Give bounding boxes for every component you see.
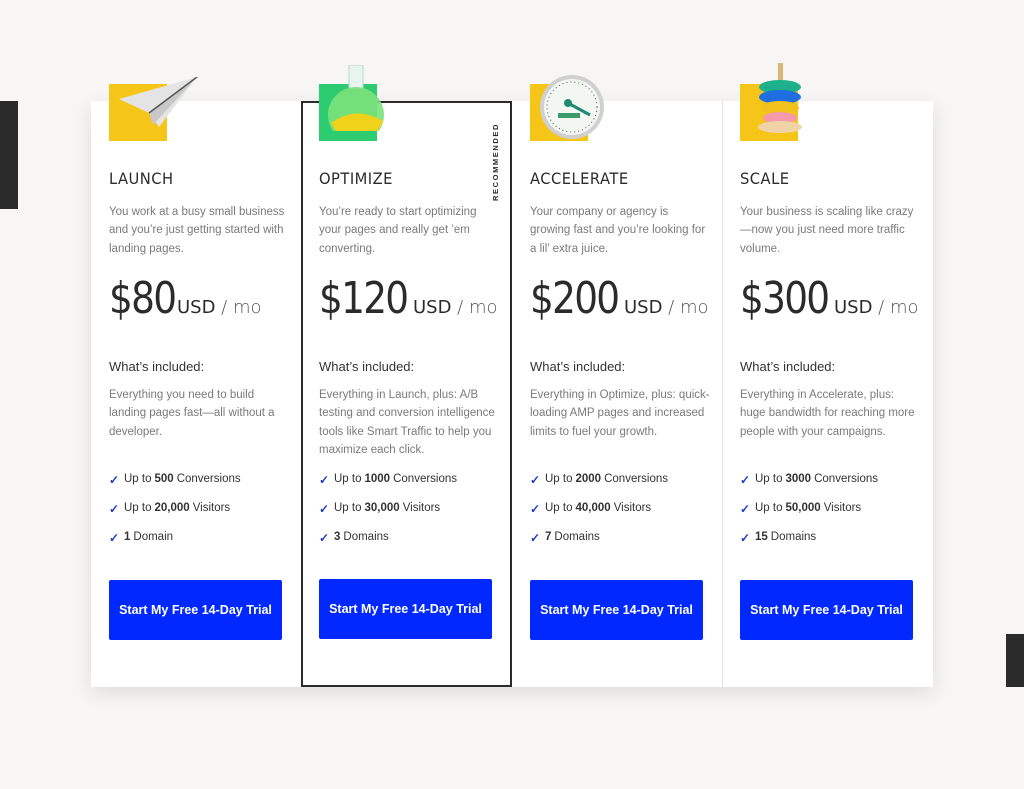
start-trial-button[interactable]: Start My Free 14-Day Trial [109,580,282,640]
start-trial-button[interactable]: Start My Free 14-Day Trial [530,580,703,640]
pricing-table: LAUNCH You work at a busy small business… [91,63,933,687]
check-icon: ✓ [319,502,330,516]
price-amount: $80 [109,273,177,324]
check-icon: ✓ [740,531,751,545]
feature-item: ✓ 1 Domain [109,531,174,545]
check-icon: ✓ [109,502,120,516]
feature-item: ✓ Up to 500 Conversions [109,473,241,487]
check-icon: ✓ [319,473,330,487]
plan-description: Your company or agency is growing fast a… [530,206,706,255]
included-text: Everything you need to build landing pag… [109,389,275,438]
plan-name: ACCELERATE [530,169,629,188]
included-text: Everything in Accelerate, plus: huge ban… [740,389,915,438]
price-amount: $120 [319,273,409,324]
feature-list: ✓ Up to 2000 Conversions ✓ Up to 40,000 Visito… [530,473,668,560]
check-icon: ✓ [740,473,751,487]
feature-item: ✓ Up to 3000 Conversions [740,473,879,487]
plan-price: $120 USD / mo [319,273,498,324]
feature-list: ✓ Up to 1000 Conversions ✓ Up to 30,000 Visito… [319,473,457,560]
start-trial-button[interactable]: Start My Free 14-Day Trial [319,579,492,639]
price-currency: USD [833,297,873,318]
plan-description: You’re ready to start optimizing your pa… [319,206,477,255]
feature-item: ✓ Up to 1000 Conversions [319,473,458,487]
check-icon: ✓ [319,531,330,545]
included-text: Everything in Launch, plus: A/B testing … [319,389,495,456]
plan-name: SCALE [740,169,790,188]
price-period: / mo [451,297,498,318]
recommended-badge: RECOMMENDED [491,122,500,201]
plan-card-optimize: RECOMMENDED OPTIMIZE You’re ready to sta… [301,65,512,687]
included-heading: What’s included: [319,359,415,374]
price-period: / mo [215,297,262,318]
feature-item: ✓ 15 Domains [740,531,817,545]
included-heading: What’s included: [109,359,205,374]
plan-price: $80USD / mo [109,273,262,324]
feature-item: ✓ Up to 2000 Conversions [530,473,669,487]
check-icon: ✓ [740,502,751,516]
feature-item: ✓ Up to 30,000 Visitors [319,502,441,516]
included-heading: What’s included: [740,359,836,374]
feature-item: ✓ Up to 40,000 Visitors [530,502,652,516]
plan-card-scale: SCALE Your business is scaling like craz… [722,63,933,687]
decorative-bar-left [0,101,18,209]
included-text: Everything in Optimize, plus: quick-load… [530,389,710,438]
price-period: / mo [872,297,919,318]
stacking-rings-icon [740,63,820,143]
feature-item: ✓ Up to 20,000 Visitors [109,502,231,516]
plan-description: You work at a busy small business and yo… [109,206,285,255]
plan-name: LAUNCH [109,169,174,188]
start-trial-button[interactable]: Start My Free 14-Day Trial [740,580,913,640]
plan-price: $300 USD / mo [740,273,919,324]
check-icon: ✓ [530,473,541,487]
check-icon: ✓ [530,502,541,516]
feature-list: ✓ Up to 500 Conversions ✓ Up to 20,000 Visitor… [109,473,241,560]
decorative-bar-right [1006,634,1024,687]
plan-description: Your business is scaling like crazy—now … [740,206,914,255]
price-period: / mo [662,297,709,318]
plan-card-accelerate: ACCELERATE Your company or agency is gro… [512,75,722,687]
feature-item: ✓ 7 Domains [530,531,600,545]
feature-item: ✓ 3 Domains [319,531,389,545]
plan-card-launch: LAUNCH You work at a busy small business… [91,77,301,687]
paper-airplane-icon [109,77,198,143]
feature-list: ✓ Up to 3000 Conversions ✓ Up to 50,000 Visito… [740,473,878,560]
price-currency: USD [412,297,452,318]
plan-price: $200 USD / mo [530,273,709,324]
price-amount: $200 [530,273,620,324]
check-icon: ✓ [530,531,541,545]
flask-icon [319,65,399,143]
included-heading: What’s included: [530,359,626,374]
price-currency: USD [623,297,663,318]
price-amount: $300 [740,273,830,324]
check-icon: ✓ [109,531,120,545]
feature-item: ✓ Up to 50,000 Visitors [740,502,862,516]
speedometer-icon [530,75,610,143]
price-currency: USD [176,297,216,318]
plan-name: OPTIMIZE [319,169,393,188]
check-icon: ✓ [109,473,120,487]
